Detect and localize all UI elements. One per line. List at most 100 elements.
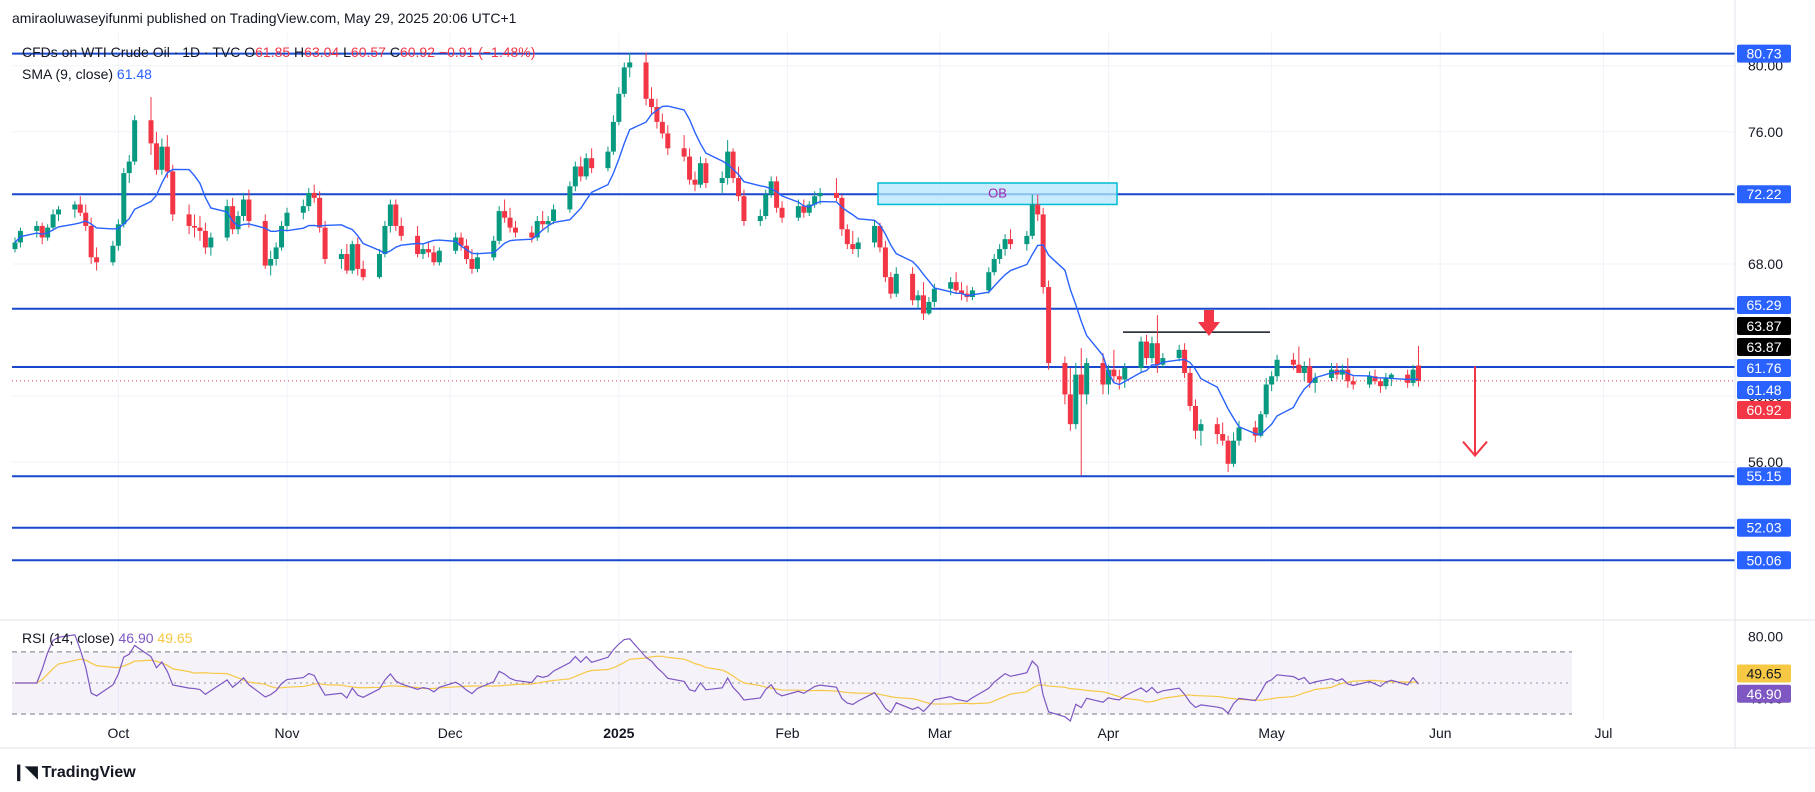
candle-body bbox=[12, 242, 18, 250]
sma-line bbox=[14, 105, 1419, 436]
candle-body bbox=[855, 242, 861, 250]
candle-body bbox=[1290, 359, 1296, 365]
candle-body bbox=[893, 273, 899, 294]
candle-body bbox=[224, 206, 230, 238]
x-tick-label: 2025 bbox=[603, 725, 634, 741]
candle-body bbox=[148, 120, 154, 144]
candle-body bbox=[431, 252, 437, 263]
candle-body bbox=[736, 178, 742, 197]
candle-body bbox=[844, 229, 850, 245]
x-tick-label: May bbox=[1258, 725, 1284, 741]
sma-legend: SMA (9, close) 61.48 bbox=[22, 66, 152, 82]
candle-body bbox=[1350, 381, 1356, 385]
candle-body bbox=[692, 179, 698, 185]
candle-body bbox=[235, 216, 241, 230]
candle-body bbox=[382, 225, 388, 255]
candle-body bbox=[583, 158, 589, 177]
symbol-name[interactable]: CFDs on WTI Crude Oil · 1D · TVC bbox=[22, 44, 240, 60]
x-tick-label: Nov bbox=[275, 725, 300, 741]
candle-body bbox=[1008, 239, 1014, 245]
candle-body bbox=[931, 288, 937, 302]
candle-body bbox=[1225, 440, 1231, 464]
candle-body bbox=[420, 249, 426, 255]
sma-label[interactable]: SMA (9, close) bbox=[22, 66, 113, 82]
x-tick-label: Jun bbox=[1429, 725, 1452, 741]
candle-body bbox=[1182, 349, 1188, 373]
candle-body bbox=[1002, 239, 1008, 250]
grid-layer: Oct Nov Dec 2025 Feb Mar Apr May Jun Jul bbox=[12, 33, 1735, 741]
candle-body bbox=[1073, 374, 1079, 425]
rsi-ma-label-text: 49.65 bbox=[1746, 666, 1781, 682]
x-tick-label: Mar bbox=[928, 725, 952, 741]
candle-body bbox=[1231, 440, 1237, 464]
candle-body bbox=[240, 199, 246, 217]
x-tick-label: Oct bbox=[107, 725, 129, 741]
candle-body bbox=[719, 178, 725, 184]
candle-body bbox=[83, 212, 89, 226]
candle-body bbox=[208, 237, 214, 248]
candle-body bbox=[344, 254, 350, 271]
down-marker-arrow-stem bbox=[1204, 310, 1214, 322]
tradingview-logo-icon: ❙◥ bbox=[12, 764, 38, 781]
candle-body bbox=[453, 237, 459, 251]
candle-body bbox=[50, 214, 56, 228]
high-value: 63.04 bbox=[304, 44, 340, 60]
candle-body bbox=[1301, 366, 1307, 373]
candle-body bbox=[779, 207, 785, 218]
candle-body bbox=[1416, 365, 1422, 381]
sma-value: 61.48 bbox=[116, 66, 152, 82]
candle-body bbox=[349, 244, 355, 271]
candle-body bbox=[1220, 434, 1226, 441]
candle-body bbox=[317, 197, 323, 228]
candle-body bbox=[1062, 363, 1068, 395]
candle-body bbox=[436, 250, 442, 263]
rsi-label[interactable]: RSI (14, close) bbox=[22, 630, 115, 646]
chart-canvas: Oct Nov Dec 2025 Feb Mar Apr May Jun Jul 80.00 76.0… bbox=[0, 0, 1815, 749]
candle-body bbox=[72, 204, 78, 210]
tradingview-brand[interactable]: ❙◥ TradingView bbox=[12, 762, 136, 782]
candle-body bbox=[910, 273, 916, 301]
candle-body bbox=[1138, 341, 1144, 369]
open-label: O bbox=[244, 44, 256, 60]
candle-body bbox=[839, 197, 845, 230]
x-tick-label: Feb bbox=[775, 725, 799, 741]
candle-body bbox=[1383, 377, 1389, 387]
candle-body bbox=[1367, 376, 1373, 385]
candle-body bbox=[627, 62, 633, 68]
candle-body bbox=[795, 206, 801, 218]
candle-body bbox=[387, 204, 393, 226]
candle-body bbox=[920, 295, 926, 314]
candle-body bbox=[202, 230, 208, 248]
candle-body bbox=[621, 67, 627, 94]
candle-body bbox=[1377, 381, 1383, 387]
candle-body bbox=[1100, 363, 1106, 385]
candle-body bbox=[703, 163, 709, 184]
candle-body bbox=[969, 290, 975, 297]
price-label-text: 80.73 bbox=[1746, 46, 1781, 62]
price-label-text: 72.22 bbox=[1746, 186, 1781, 202]
candle-body bbox=[1269, 376, 1275, 385]
candle-body bbox=[997, 249, 1003, 259]
candle-body bbox=[616, 93, 622, 122]
candle-body bbox=[572, 166, 578, 187]
candle-body bbox=[1307, 366, 1313, 383]
rsi-ma-value: 49.65 bbox=[157, 630, 193, 646]
y-tick-label: 76.00 bbox=[1748, 124, 1783, 140]
candle-body bbox=[687, 156, 693, 180]
candle-body bbox=[1192, 405, 1198, 431]
price-label-text: 50.06 bbox=[1746, 552, 1781, 568]
candle-body bbox=[926, 301, 932, 314]
candle-body bbox=[491, 240, 497, 258]
candle-body bbox=[1410, 369, 1416, 383]
candle-body bbox=[496, 211, 502, 241]
candle-body bbox=[1154, 343, 1160, 365]
candle-body bbox=[273, 247, 279, 259]
candle-body bbox=[850, 244, 856, 250]
candle-body bbox=[1078, 374, 1084, 395]
candle-body bbox=[833, 192, 839, 198]
candle-body bbox=[948, 282, 954, 289]
candle-body bbox=[1040, 214, 1046, 288]
rsi-label-text: 46.90 bbox=[1746, 686, 1781, 702]
candle-body bbox=[1176, 349, 1182, 359]
candle-body bbox=[398, 225, 404, 236]
